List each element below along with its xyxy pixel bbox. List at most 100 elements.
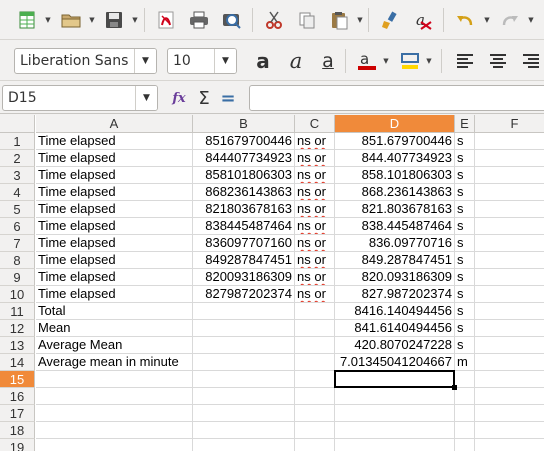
cell-e1[interactable]: s: [455, 133, 475, 150]
copy-icon[interactable]: [294, 7, 320, 33]
cell-d3[interactable]: 858.101806303: [335, 167, 455, 184]
cell-d17[interactable]: [335, 405, 455, 422]
cell-f5[interactable]: [475, 201, 544, 218]
row-header[interactable]: 17: [0, 405, 35, 422]
cell-e4[interactable]: s: [455, 184, 475, 201]
align-center-icon[interactable]: [485, 48, 511, 74]
cell-f16[interactable]: [475, 388, 544, 405]
cell-f1[interactable]: [475, 133, 544, 150]
font-size-dropdown-arrow[interactable]: ▼: [214, 49, 236, 73]
cell-a1[interactable]: Time elapsed: [36, 133, 193, 150]
row-header[interactable]: 8: [0, 252, 35, 269]
cell-b16[interactable]: [193, 388, 295, 405]
cell-a19[interactable]: [36, 439, 193, 451]
name-box-dropdown-arrow[interactable]: ▼: [135, 86, 157, 110]
cell-d8[interactable]: 849.287847451: [335, 252, 455, 269]
cell-d1[interactable]: 851.679700446: [335, 133, 455, 150]
cell-b5[interactable]: 821803678163: [193, 201, 295, 218]
cell-a13[interactable]: Average Mean: [36, 337, 193, 354]
cell-f7[interactable]: [475, 235, 544, 252]
cell-b18[interactable]: [193, 422, 295, 439]
sum-icon[interactable]: Σ: [191, 85, 217, 111]
row-header[interactable]: 3: [0, 167, 35, 184]
cell-f13[interactable]: [475, 337, 544, 354]
cell-c2[interactable]: ns or: [295, 150, 335, 167]
cell-b14[interactable]: [193, 354, 295, 371]
font-color-button[interactable]: a: [354, 48, 380, 74]
cell-e2[interactable]: s: [455, 150, 475, 167]
cell-b1[interactable]: 851679700446: [193, 133, 295, 150]
cell-e15[interactable]: [455, 371, 475, 388]
cell-d15[interactable]: [335, 371, 455, 388]
formula-input[interactable]: [249, 85, 544, 111]
cell-a14[interactable]: Average mean in minute: [36, 354, 193, 371]
row-header[interactable]: 18: [0, 422, 35, 439]
bold-button[interactable]: a: [250, 48, 276, 74]
cell-a17[interactable]: [36, 405, 193, 422]
column-header-c[interactable]: C: [295, 115, 335, 133]
cell-b10[interactable]: 827987202374: [193, 286, 295, 303]
row-header[interactable]: 9: [0, 269, 35, 286]
cell-c13[interactable]: [295, 337, 335, 354]
cell-b15[interactable]: [193, 371, 295, 388]
align-left-icon[interactable]: [452, 48, 478, 74]
cell-a18[interactable]: [36, 422, 193, 439]
font-color-dropdown-arrow[interactable]: ▼: [382, 55, 390, 67]
cell-e11[interactable]: s: [455, 303, 475, 320]
cell-b6[interactable]: 838445487464: [193, 218, 295, 235]
cell-c1[interactable]: ns or: [295, 133, 335, 150]
cell-e8[interactable]: s: [455, 252, 475, 269]
cell-a7[interactable]: Time elapsed: [36, 235, 193, 252]
cell-d18[interactable]: [335, 422, 455, 439]
cell-a5[interactable]: Time elapsed: [36, 201, 193, 218]
row-header[interactable]: 5: [0, 201, 35, 218]
cell-c7[interactable]: ns or: [295, 235, 335, 252]
row-header[interactable]: 11: [0, 303, 35, 320]
cell-e3[interactable]: s: [455, 167, 475, 184]
cell-f12[interactable]: [475, 320, 544, 337]
italic-button[interactable]: a: [283, 48, 309, 74]
cell-c9[interactable]: ns or: [295, 269, 335, 286]
column-header-d[interactable]: D: [335, 115, 455, 133]
highlight-color-button[interactable]: [397, 48, 423, 74]
cell-f14[interactable]: [475, 354, 544, 371]
cell-a15[interactable]: [36, 371, 193, 388]
cell-e10[interactable]: s: [455, 286, 475, 303]
new-spreadsheet-icon[interactable]: [14, 7, 40, 33]
row-header[interactable]: 6: [0, 218, 35, 235]
font-name-dropdown-arrow[interactable]: ▼: [134, 49, 156, 73]
cell-d16[interactable]: [335, 388, 455, 405]
cell-c4[interactable]: ns or: [295, 184, 335, 201]
cell-f3[interactable]: [475, 167, 544, 184]
open-folder-icon[interactable]: [58, 7, 84, 33]
cell-c11[interactable]: [295, 303, 335, 320]
cell-c3[interactable]: ns or: [295, 167, 335, 184]
cell-f4[interactable]: [475, 184, 544, 201]
cell-c5[interactable]: ns or: [295, 201, 335, 218]
cell-a8[interactable]: Time elapsed: [36, 252, 193, 269]
cell-d19[interactable]: [335, 439, 455, 451]
cell-b8[interactable]: 849287847451: [193, 252, 295, 269]
row-header[interactable]: 4: [0, 184, 35, 201]
save-icon[interactable]: [101, 7, 127, 33]
cell-c19[interactable]: [295, 439, 335, 451]
cell-b19[interactable]: [193, 439, 295, 451]
cell-d6[interactable]: 838.445487464: [335, 218, 455, 235]
cell-a11[interactable]: Total: [36, 303, 193, 320]
cell-e18[interactable]: [455, 422, 475, 439]
cell-b17[interactable]: [193, 405, 295, 422]
cell-b4[interactable]: 868236143863: [193, 184, 295, 201]
underline-button[interactable]: a: [315, 48, 341, 74]
cell-b7[interactable]: 836097707160: [193, 235, 295, 252]
cell-c8[interactable]: ns or: [295, 252, 335, 269]
fill-handle[interactable]: [452, 385, 457, 390]
print-preview-icon[interactable]: [219, 7, 245, 33]
cell-e13[interactable]: s: [455, 337, 475, 354]
cell-f6[interactable]: [475, 218, 544, 235]
select-all-corner[interactable]: [0, 115, 35, 133]
cell-c17[interactable]: [295, 405, 335, 422]
column-header-e[interactable]: E: [455, 115, 475, 133]
highlight-dropdown-arrow[interactable]: ▼: [425, 55, 433, 67]
cell-a3[interactable]: Time elapsed: [36, 167, 193, 184]
cell-d2[interactable]: 844.407734923: [335, 150, 455, 167]
